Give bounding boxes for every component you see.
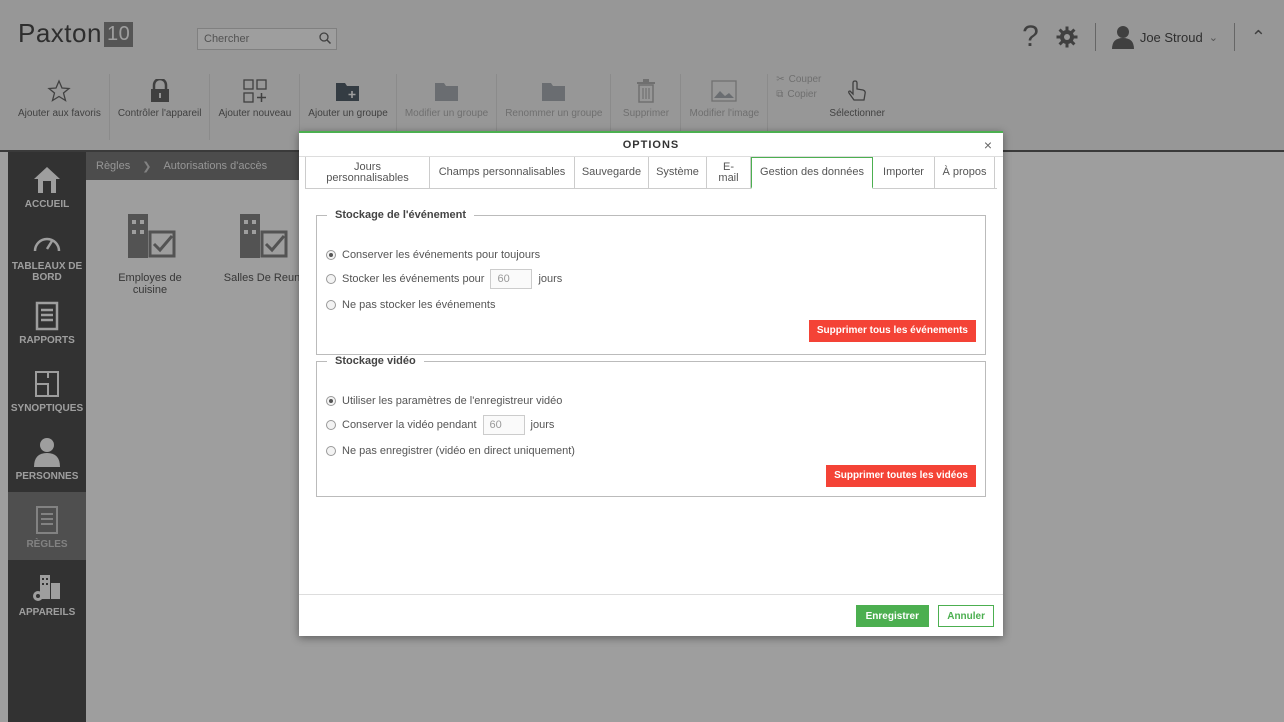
option-label: Ne pas stocker les événements	[342, 299, 496, 311]
option-label: Conserver la vidéo pendant	[342, 419, 477, 431]
dialog-title-bar: OPTIONS ×	[299, 133, 1003, 157]
tab-email[interactable]: E-mail	[707, 157, 751, 188]
video-days-input[interactable]	[482, 415, 525, 435]
do-not-record-option[interactable]: Ne pas enregistrer (vidéo en direct uniq…	[326, 445, 575, 457]
radio-button[interactable]	[326, 250, 336, 260]
dialog-footer: Enregistrer Annuler	[299, 594, 1003, 636]
tab-sauvegarde[interactable]: Sauvegarde	[575, 157, 649, 188]
tab-gestion-des-donnees[interactable]: Gestion des données	[751, 157, 873, 189]
option-label: Conserver les événements pour toujours	[342, 249, 541, 261]
event-storage-legend: Stockage de l'événement	[335, 209, 467, 221]
tab-jours-personnalisables[interactable]: Jours personnalisables	[305, 157, 430, 188]
keep-events-forever-option[interactable]: Conserver les événements pour toujours	[326, 249, 540, 261]
radio-button[interactable]	[326, 420, 336, 430]
store-events-for-days-option[interactable]: Stocker les événements pour jours	[326, 269, 562, 289]
option-label: Ne pas enregistrer (vidéo en direct uniq…	[342, 445, 575, 457]
radio-button[interactable]	[326, 274, 336, 284]
save-button[interactable]: Enregistrer	[855, 605, 929, 627]
dialog-title: OPTIONS	[622, 139, 680, 151]
tab-systeme[interactable]: Système	[649, 157, 707, 188]
tab-a-propos[interactable]: À propos	[935, 157, 995, 188]
days-unit: jours	[538, 273, 563, 285]
dialog-tabs: Jours personnalisables Champs personnali…	[305, 157, 997, 189]
video-storage-legend: Stockage vidéo	[335, 355, 416, 367]
do-not-store-events-option[interactable]: Ne pas stocker les événements	[326, 299, 495, 311]
option-label: Stocker les événements pour	[342, 273, 485, 285]
options-dialog: OPTIONS × Jours personnalisables Champs …	[299, 131, 1003, 636]
cancel-button[interactable]: Annuler	[938, 605, 994, 627]
keep-video-for-days-option[interactable]: Conserver la vidéo pendant jours	[326, 415, 554, 435]
radio-button[interactable]	[326, 446, 336, 456]
tab-champs-personnalisables[interactable]: Champs personnalisables	[430, 157, 575, 188]
days-unit: jours	[530, 419, 555, 431]
delete-all-events-button[interactable]: Supprimer tous les événements	[808, 320, 976, 342]
close-icon[interactable]: ×	[984, 133, 993, 157]
delete-all-videos-button[interactable]: Supprimer toutes les vidéos	[826, 465, 976, 487]
event-days-input[interactable]	[490, 269, 533, 289]
radio-button[interactable]	[326, 300, 336, 310]
event-storage-group: Stockage de l'événement Conserver les év…	[316, 209, 986, 355]
use-recorder-settings-option[interactable]: Utiliser les paramètres de l'enregistreu…	[326, 395, 562, 407]
tab-importer[interactable]: Importer	[873, 157, 935, 188]
video-storage-group: Stockage vidéo Utiliser les paramètres d…	[316, 355, 986, 497]
radio-button[interactable]	[326, 396, 336, 406]
option-label: Utiliser les paramètres de l'enregistreu…	[342, 395, 563, 407]
